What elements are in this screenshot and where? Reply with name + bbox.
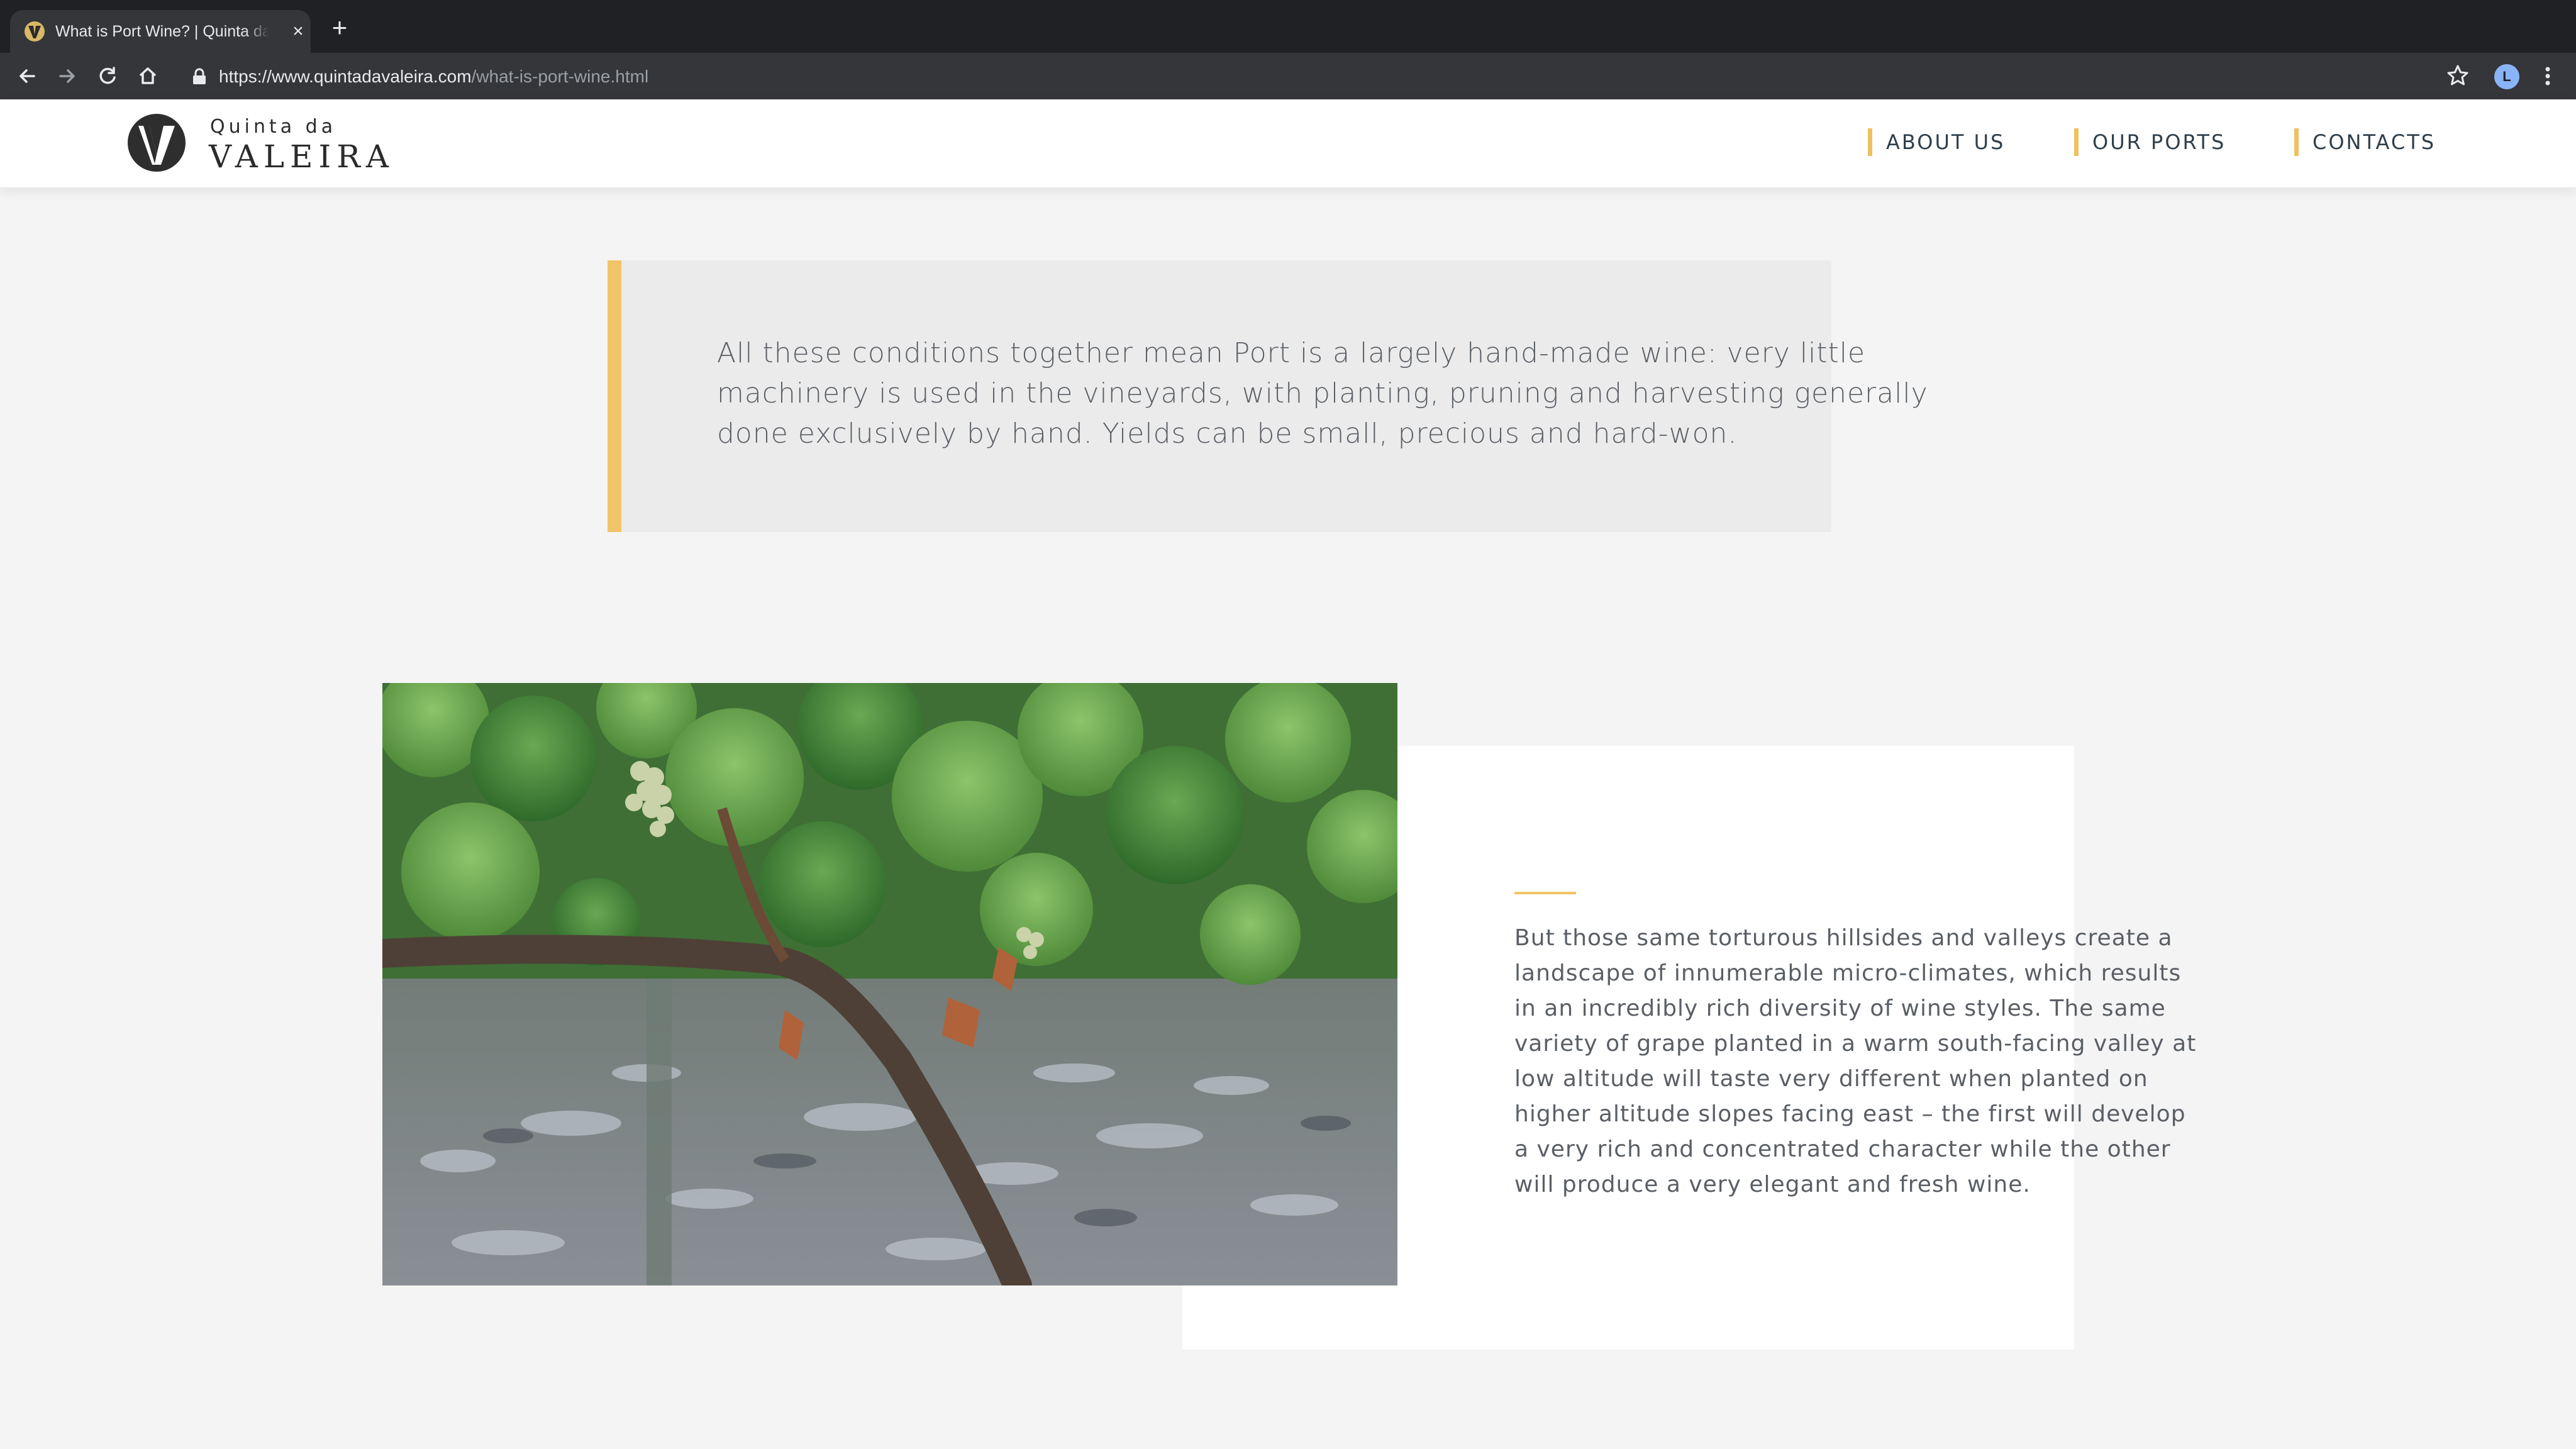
plus-icon[interactable]: + xyxy=(327,14,352,41)
close-icon[interactable]: × xyxy=(288,21,308,42)
nav-our-ports[interactable]: OUR PORTS xyxy=(2074,128,2226,156)
nav-about-us[interactable]: ABOUT US xyxy=(1868,128,2005,156)
quote-accent-bar xyxy=(608,260,621,532)
star-icon[interactable] xyxy=(2445,63,2470,88)
reload-icon[interactable] xyxy=(94,63,121,89)
browser-tab-strip: What is Port Wine? | Quinta da Valeira ×… xyxy=(0,0,2576,53)
nav-contacts[interactable]: CONTACTS xyxy=(2294,128,2436,156)
logo-text-main[interactable]: VALEIRA xyxy=(209,138,394,175)
home-icon[interactable] xyxy=(135,63,161,89)
address-bar[interactable]: https://www.quintadavaleira.com/what-is-… xyxy=(180,59,2438,94)
browser-tab[interactable]: What is Port Wine? | Quinta da Valeira × xyxy=(10,10,311,53)
card-accent-rule xyxy=(1514,892,1576,894)
back-icon[interactable] xyxy=(14,63,40,89)
forward-icon[interactable] xyxy=(54,63,80,89)
vineyard-image xyxy=(382,683,1397,1285)
logo-text-small[interactable]: Quinta da xyxy=(210,116,336,138)
menu-icon[interactable] xyxy=(2538,63,2557,89)
browser-toolbar: https://www.quintadavaleira.com/what-is-… xyxy=(0,53,2576,99)
url-text: https://www.quintadavaleira.com/what-is-… xyxy=(219,67,649,86)
tab-title: What is Port Wine? | Quinta da Valeira xyxy=(55,10,269,53)
site-favicon-icon xyxy=(25,21,45,42)
feature-text: But those same torturous hillsides and v… xyxy=(1514,925,2197,1197)
site-header: Quinta da VALEIRA ABOUT US OUR PORTS CON… xyxy=(0,99,2576,187)
logo-icon[interactable] xyxy=(127,113,186,172)
profile-avatar[interactable]: L xyxy=(2494,64,2519,89)
quote-text: All these conditions together mean Port … xyxy=(717,337,1928,450)
lock-icon xyxy=(193,68,206,84)
